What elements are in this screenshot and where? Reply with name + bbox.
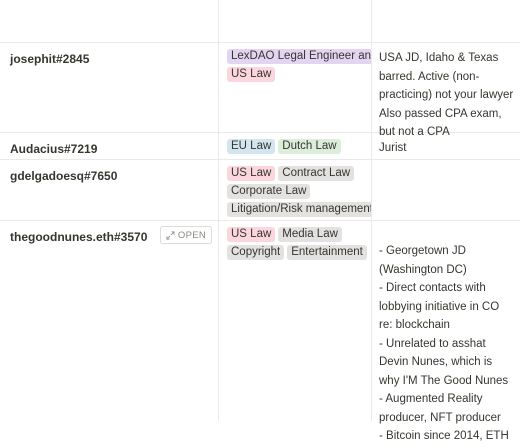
notes-text: Jurist [379, 142, 407, 154]
name-cell[interactable]: josephit#2845 [0, 43, 219, 132]
members-table: josephit#2845 LexDAO Legal Engineer and … [0, 0, 520, 442]
tag-corporate-law: Corporate Law [227, 184, 311, 199]
tag-entertainment: Entertainment [287, 245, 367, 260]
member-name: Audacius#7219 [10, 142, 98, 156]
notes-line: - Augmented Reality producer, NFT produc… [379, 393, 501, 424]
notes-cell[interactable]: USA JD, Idaho & Texas barred. Active (no… [372, 43, 520, 138]
tags-cell[interactable]: US Law Contract Law Corporate Law Litiga… [219, 160, 372, 220]
tag-lexdao-legal-engineer: LexDAO Legal Engineer and tie [227, 49, 371, 64]
notes-line: - Bitcoin since 2014, ETH [379, 430, 509, 442]
notes-line: - Unrelated to asshat Devin Nunes, which… [379, 337, 509, 387]
notes-cell[interactable] [372, 0, 520, 42]
notes-cell[interactable]: Jurist [372, 133, 520, 159]
tag-eu-law: EU Law [227, 139, 276, 154]
name-cell[interactable]: gdelgadoesq#7650 [0, 160, 219, 220]
notes-cell[interactable]: - Georgetown JD (Washington DC) - Direct… [372, 221, 520, 442]
notes-line: - Georgetown JD (Washington DC) [379, 245, 467, 276]
open-row-button[interactable]: OPEN [159, 226, 212, 244]
table-row[interactable] [0, 0, 520, 43]
tags-cell[interactable]: EU Law Dutch Law [219, 133, 372, 159]
tag-us-law: US Law [227, 67, 276, 82]
table-row[interactable]: josephit#2845 LexDAO Legal Engineer and … [0, 43, 520, 138]
tags-cell[interactable]: US Law Media Law Copyright Entertainment [219, 221, 372, 421]
tag-copyright: Copyright [227, 245, 285, 260]
notes-line: - Direct contacts with lobbying initiati… [379, 282, 500, 331]
notes-cell[interactable] [372, 160, 520, 220]
tag-us-law: US Law [227, 166, 276, 181]
table-row[interactable]: gdelgadoesq#7650 US Law Contract Law Cor… [0, 160, 520, 221]
tags-cell[interactable]: LexDAO Legal Engineer and tie US Law [219, 43, 372, 132]
notes-text: USA JD, Idaho & Texas barred. Active (no… [379, 52, 514, 138]
notes-text: - Georgetown JD (Washington DC) - Direct… [379, 242, 514, 446]
tag-us-law: US Law [227, 227, 276, 242]
tags-cell[interactable] [219, 0, 372, 42]
tag-litigation-risk-management: Litigation/Risk management [227, 202, 371, 217]
name-cell[interactable]: Audacius#7219 [0, 133, 219, 159]
name-cell[interactable]: thegoodnunes.eth#3570 OPEN [0, 221, 219, 421]
tag-media-law: Media Law [278, 227, 342, 242]
member-name: josephit#2845 [10, 52, 90, 66]
table-row[interactable]: thegoodnunes.eth#3570 OPEN US Law Media … [0, 221, 520, 442]
tag-contract-law: Contract Law [278, 166, 355, 181]
open-label: OPEN [177, 229, 206, 241]
name-cell[interactable] [0, 0, 219, 42]
expand-icon [166, 230, 175, 240]
table-row[interactable]: Audacius#7219 EU Law Dutch Law Jurist [0, 133, 520, 160]
tag-dutch-law: Dutch Law [278, 139, 341, 154]
member-name: thegoodnunes.eth#3570 [10, 230, 148, 244]
member-name: gdelgadoesq#7650 [10, 169, 118, 183]
